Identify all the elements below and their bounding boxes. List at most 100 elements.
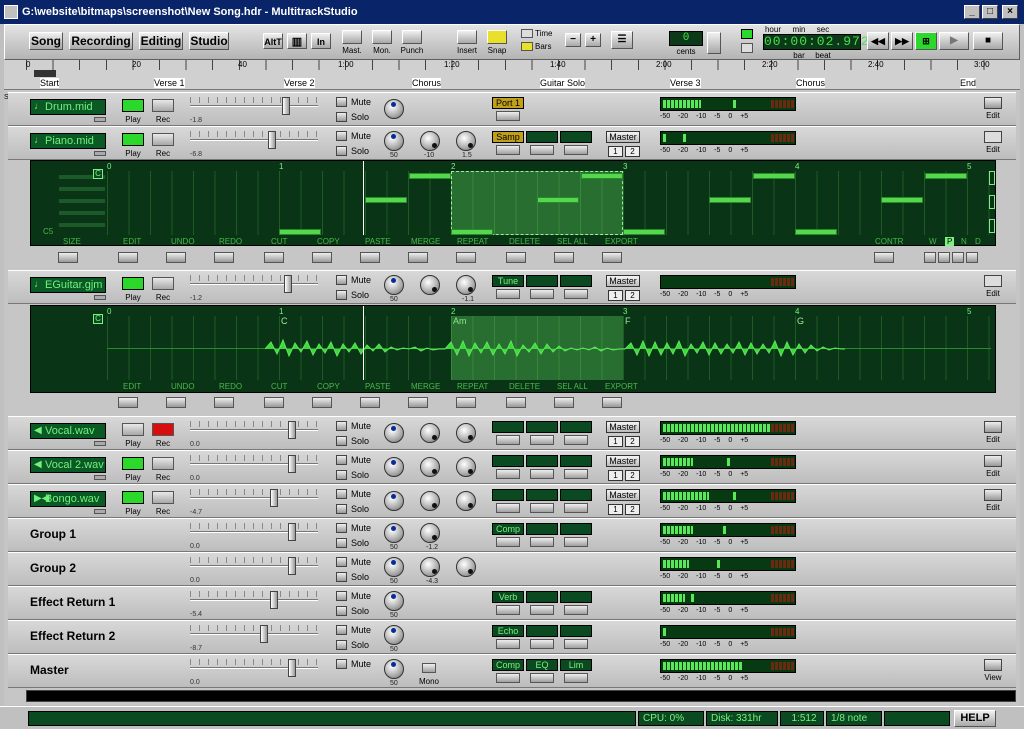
track-name[interactable]: ♩ EGuitar.gjm [30,277,106,293]
bus-1-button[interactable]: 1 [608,436,623,447]
fx-slot-button[interactable] [564,639,588,649]
snap-button[interactable] [487,30,507,44]
track-expand-button[interactable] [94,475,106,480]
play-button[interactable]: ▶ [939,32,969,50]
volume-slider[interactable] [190,131,318,149]
view-n-button[interactable] [952,252,964,263]
output-select[interactable]: Master [606,421,640,433]
export-button[interactable] [602,397,622,408]
edit-button[interactable] [984,97,1002,109]
pan-knob[interactable] [384,423,404,443]
fx-slot[interactable]: Comp [492,523,524,535]
midi-note[interactable] [881,197,923,203]
loop-region[interactable] [34,70,56,77]
send-1-knob[interactable] [420,491,440,511]
mute-checkbox[interactable] [336,591,347,601]
pan-knob[interactable] [384,457,404,477]
playhead[interactable] [363,306,364,380]
solo-checkbox[interactable] [336,112,347,122]
midi-note[interactable] [623,229,665,235]
solo-checkbox[interactable] [336,606,347,616]
fx-slot-button[interactable] [564,673,588,683]
track-name[interactable]: ▶◀ Bongo.wav [30,491,106,507]
fx-slot-button[interactable] [564,145,588,155]
piano-roll-editor[interactable]: C C5 0 1 2 3 4 5 SIZE EDIT UNDO REDO CUT… [30,160,996,246]
fx-slot[interactable]: Tune [492,275,524,287]
fx-slot-button[interactable] [496,537,520,547]
fx-slot-3[interactable] [560,131,592,143]
fast-forward-button[interactable]: ▶▶ [891,32,913,50]
mute-checkbox[interactable] [336,489,347,499]
mute-checkbox[interactable] [336,131,347,141]
view-w-button[interactable] [924,252,936,263]
solo-checkbox[interactable] [336,504,347,514]
mute-checkbox[interactable] [336,625,347,635]
fx-slot-3[interactable] [560,591,592,603]
paste-button[interactable] [360,397,380,408]
scroll-mid-button[interactable] [989,195,995,209]
fx-slot-button[interactable] [496,639,520,649]
fx-slot-button[interactable] [530,537,554,547]
mono-button[interactable] [422,663,436,673]
view-p-button[interactable] [938,252,950,263]
send-2-knob[interactable] [456,131,476,151]
mute-checkbox[interactable] [336,275,347,285]
play-toggle[interactable] [122,133,144,146]
mute-checkbox[interactable] [336,97,347,107]
fx-slot[interactable]: Samp [492,131,524,143]
redo-button[interactable] [214,252,234,263]
cut-button[interactable] [264,397,284,408]
input-button[interactable]: In [311,33,331,49]
solo-checkbox[interactable] [336,572,347,582]
key-button[interactable]: C [93,169,103,179]
fx-slot[interactable] [492,455,524,467]
selection-range[interactable] [451,171,623,235]
fx-slot[interactable]: Comp [492,659,524,671]
list-icon[interactable]: ☰ [611,31,633,49]
send-2-knob[interactable] [456,275,476,295]
timeline-ruler[interactable]: 0 20 40 1:00 1:20 1:40 2:00 2:20 2:40 3:… [4,60,1020,90]
fx-slot[interactable] [492,489,524,501]
stop-button[interactable]: ■ [973,32,1003,50]
redo-button[interactable] [214,397,234,408]
edit-button[interactable] [984,131,1002,143]
bus-1-button[interactable]: 1 [608,146,623,157]
bus-1-button[interactable]: 1 [608,290,623,301]
volume-slider[interactable] [190,523,318,541]
delete-button[interactable] [506,397,526,408]
fx-slot-3[interactable] [560,421,592,433]
send-1-knob[interactable] [420,557,440,577]
audio-waveform-editor[interactable]: C 0 1 2 3 4 5 C Am F G EDIT UNDO REDO CU… [30,305,996,393]
view-button[interactable] [984,659,1002,671]
volume-slider[interactable] [190,421,318,439]
clock-mode-button[interactable] [741,29,753,39]
midi-note[interactable] [409,173,451,179]
fx-slot-button[interactable] [530,145,554,155]
close-button[interactable]: × [1002,5,1018,19]
fx-slot[interactable] [492,421,524,433]
rewind-button[interactable]: ◀◀ [867,32,889,50]
undo-button[interactable] [166,397,186,408]
bus-2-button[interactable]: 2 [625,436,640,447]
fx-slot-2[interactable] [526,523,558,535]
edit-button[interactable] [984,455,1002,467]
track-name[interactable]: ♩ Drum.mid [30,99,106,115]
send-1-knob[interactable] [420,131,440,151]
paste-button[interactable] [360,252,380,263]
rec-toggle[interactable] [152,277,174,290]
minimize-button[interactable]: _ [964,5,980,19]
marker-chorus[interactable]: Chorus [412,78,442,88]
rec-toggle[interactable] [152,423,174,436]
size-button[interactable] [58,252,78,263]
midi-note[interactable] [709,197,751,203]
edit-button[interactable] [984,421,1002,433]
fx-slot-button[interactable] [496,289,520,299]
fx-slot-button[interactable] [496,605,520,615]
view-d-button[interactable] [966,252,978,263]
fx-slot-button[interactable] [530,469,554,479]
bus-1-button[interactable]: 1 [608,504,623,515]
help-button[interactable]: HELP [954,710,996,727]
output-select[interactable]: Master [606,455,640,467]
select-all-button[interactable] [554,397,574,408]
fx-slot-button[interactable] [564,469,588,479]
